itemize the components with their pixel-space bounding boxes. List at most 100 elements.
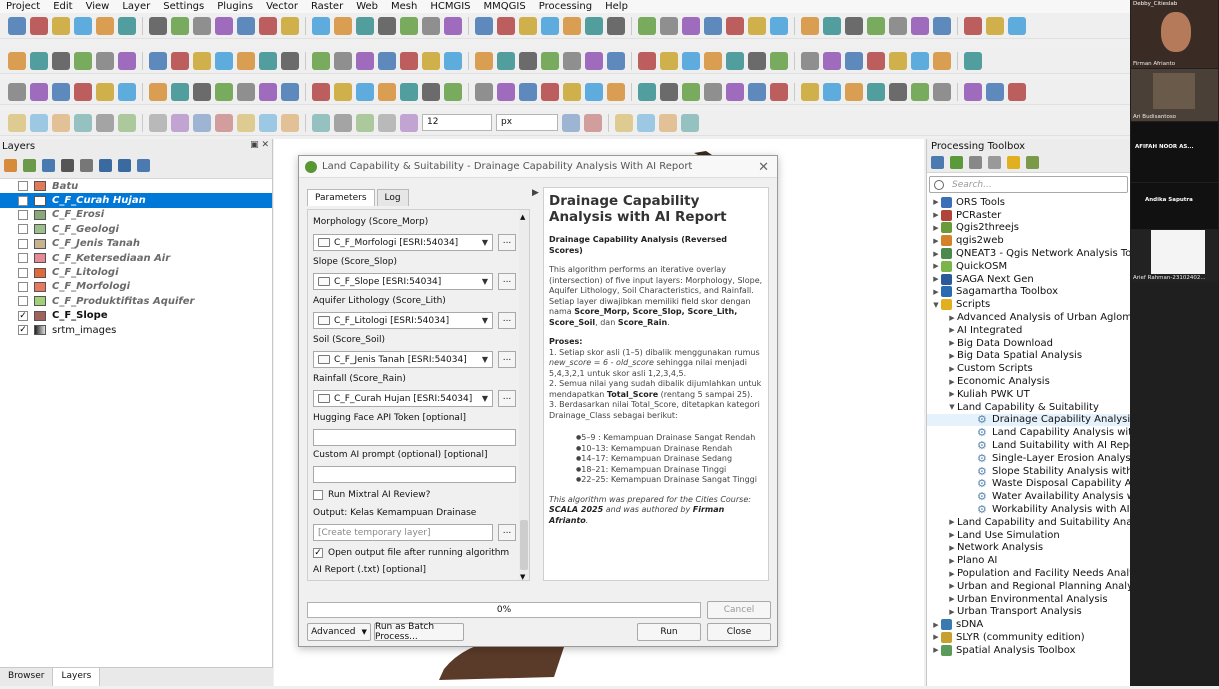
toolbar-tool-icon[interactable]: [541, 51, 559, 70]
menu-processing[interactable]: Processing: [539, 0, 592, 13]
toolbar-tool-icon[interactable]: [845, 16, 863, 35]
toolbar-tool-icon[interactable]: [823, 16, 841, 35]
toolbox-tree-item[interactable]: ▼ Scripts: [927, 298, 1130, 311]
chevron-right-icon[interactable]: ▶: [947, 557, 957, 565]
toolbar-tool-icon[interactable]: [475, 51, 493, 70]
menu-settings[interactable]: Settings: [163, 0, 204, 13]
toolbar-tool-icon[interactable]: [118, 16, 136, 35]
style-icon[interactable]: [4, 159, 17, 172]
toolbar-tool-icon[interactable]: [562, 113, 580, 132]
toolbar-tool-icon[interactable]: [986, 82, 1004, 101]
results-icon[interactable]: [988, 156, 1001, 169]
layer-item[interactable]: C_F_Ketersediaan Air: [0, 251, 272, 265]
toolbox-tree-item[interactable]: ▶ Land Use Simulation: [927, 529, 1130, 542]
toolbar-tool-icon[interactable]: [704, 16, 722, 35]
toolbox-tree-item[interactable]: ▶ SLYR (community edition): [927, 631, 1130, 644]
toolbar-tool-icon[interactable]: [237, 82, 255, 101]
menu-plugins[interactable]: Plugins: [217, 0, 253, 13]
chevron-right-icon[interactable]: ▶: [947, 339, 957, 347]
toolbar-tool-icon[interactable]: [149, 16, 167, 35]
menu-mesh[interactable]: Mesh: [391, 0, 417, 13]
toolbox-tree-item[interactable]: ▶ Qgis2threejs: [927, 222, 1130, 235]
toolbar-tool-icon[interactable]: [444, 16, 462, 35]
menu-view[interactable]: View: [86, 0, 110, 13]
history-icon[interactable]: [969, 156, 982, 169]
toolbar-tool-icon[interactable]: [52, 113, 70, 132]
collapse-help-icon[interactable]: ▶: [532, 188, 539, 198]
chevron-right-icon[interactable]: ▶: [931, 224, 941, 232]
toolbar-tool-icon[interactable]: [118, 113, 136, 132]
menu-hcmgis[interactable]: HCMGIS: [430, 0, 470, 13]
toolbar-tool-icon[interactable]: [867, 16, 885, 35]
soil-combo[interactable]: C_F_Jenis Tanah [ESRI:54034] ▼: [313, 351, 493, 368]
chevron-right-icon[interactable]: ▶: [947, 570, 957, 578]
toolbar-tool-icon[interactable]: [96, 16, 114, 35]
toolbar-tool-icon[interactable]: [74, 16, 92, 35]
rainfall-browse-button[interactable]: ...: [498, 390, 516, 407]
toolbox-tree-item[interactable]: ▶Land Capability and Suitability Analysi…: [927, 516, 1130, 529]
toolbar-tool-icon[interactable]: [334, 113, 352, 132]
toolbar-tool-icon[interactable]: [149, 113, 167, 132]
chevron-right-icon[interactable]: ▶: [947, 326, 957, 334]
toolbar-tool-icon[interactable]: [356, 51, 374, 70]
toolbar-tool-icon[interactable]: [867, 51, 885, 70]
toolbar-tool-icon[interactable]: [475, 82, 493, 101]
toolbar-tool-icon[interactable]: [118, 82, 136, 101]
toolbar-tool-icon[interactable]: [585, 51, 603, 70]
edit-icon[interactable]: [1007, 156, 1020, 169]
toolbar-tool-icon[interactable]: [748, 51, 766, 70]
toolbar-tool-icon[interactable]: [356, 16, 374, 35]
toolbar-tool-icon[interactable]: [682, 16, 700, 35]
chevron-down-icon[interactable]: ▼: [947, 403, 957, 411]
toolbar-tool-icon[interactable]: [149, 82, 167, 101]
toolbar-tool-icon[interactable]: [770, 82, 788, 101]
toolbar-tool-icon[interactable]: [400, 51, 418, 70]
toolbox-tree-item[interactable]: ▶Advanced Analysis of Urban Aglomeration: [927, 311, 1130, 324]
toolbar-tool-icon[interactable]: [497, 16, 515, 35]
toolbar-tool-icon[interactable]: [118, 51, 136, 70]
toolbar-tool-icon[interactable]: [400, 113, 418, 132]
chevron-right-icon[interactable]: ▶: [931, 237, 941, 245]
output-browse-button[interactable]: ...: [498, 524, 516, 541]
layer-item[interactable]: C_F_Litologi: [0, 265, 272, 279]
toolbar-tool-icon[interactable]: [563, 51, 581, 70]
toolbar-tool-icon[interactable]: [237, 51, 255, 70]
layer-item[interactable]: C_F_Geologi: [0, 222, 272, 236]
morphology-browse-button[interactable]: ...: [498, 234, 516, 251]
chevron-right-icon[interactable]: ▶: [931, 262, 941, 270]
chevron-right-icon[interactable]: ▶: [931, 646, 941, 654]
layer-visibility-checkbox[interactable]: [18, 238, 28, 249]
toolbar-tool-icon[interactable]: [281, 51, 299, 70]
toolbar-tool-icon[interactable]: [400, 82, 418, 101]
toolbox-tree-item[interactable]: ▶ QNEAT3 - Qgis Network Analysis Toolbox: [927, 247, 1130, 260]
layer-visibility-checkbox[interactable]: ✓: [18, 325, 28, 336]
toolbar-tool-icon[interactable]: [801, 16, 819, 35]
soil-browse-button[interactable]: ...: [498, 351, 516, 368]
toolbar-tool-icon[interactable]: [171, 113, 189, 132]
toolbox-tree-item[interactable]: ▶ SAGA Next Gen: [927, 273, 1130, 286]
toolbox-tree-item[interactable]: ▶ Urban Environmental Analysis: [927, 593, 1130, 606]
layer-item[interactable]: ✓ C_F_Slope: [0, 309, 272, 323]
toolbar-tool-icon[interactable]: [519, 16, 537, 35]
toolbox-tree-item[interactable]: ▼ Land Capability & Suitability: [927, 401, 1130, 414]
toolbar-tool-icon[interactable]: [585, 82, 603, 101]
toolbar-tool-icon[interactable]: [52, 51, 70, 70]
scroll-thumb[interactable]: [520, 520, 528, 570]
toolbar-tool-icon[interactable]: [215, 51, 233, 70]
toolbar-tool-icon[interactable]: [607, 16, 625, 35]
toolbar-tool-icon[interactable]: [259, 16, 277, 35]
toolbar-tool-icon[interactable]: [964, 51, 982, 70]
api-token-input[interactable]: [313, 429, 516, 446]
tab-parameters[interactable]: Parameters: [307, 189, 375, 206]
toolbar-tool-icon[interactable]: [259, 82, 277, 101]
slope-combo[interactable]: C_F_Slope [ESRI:54034] ▼: [313, 273, 493, 290]
toolbar-tool-icon[interactable]: [607, 51, 625, 70]
toolbar-tool-icon[interactable]: [867, 82, 885, 101]
layer-visibility-checkbox[interactable]: ✓: [18, 310, 28, 321]
toolbar-tool-icon[interactable]: [281, 113, 299, 132]
toolbar-tool-icon[interactable]: [933, 82, 951, 101]
custom-prompt-input[interactable]: [313, 466, 516, 483]
toolbox-tree-item[interactable]: ▶ Big Data Download: [927, 337, 1130, 350]
rainfall-combo[interactable]: C_F_Curah Hujan [ESRI:54034] ▼: [313, 390, 493, 407]
toolbar-tool-icon[interactable]: [378, 113, 396, 132]
